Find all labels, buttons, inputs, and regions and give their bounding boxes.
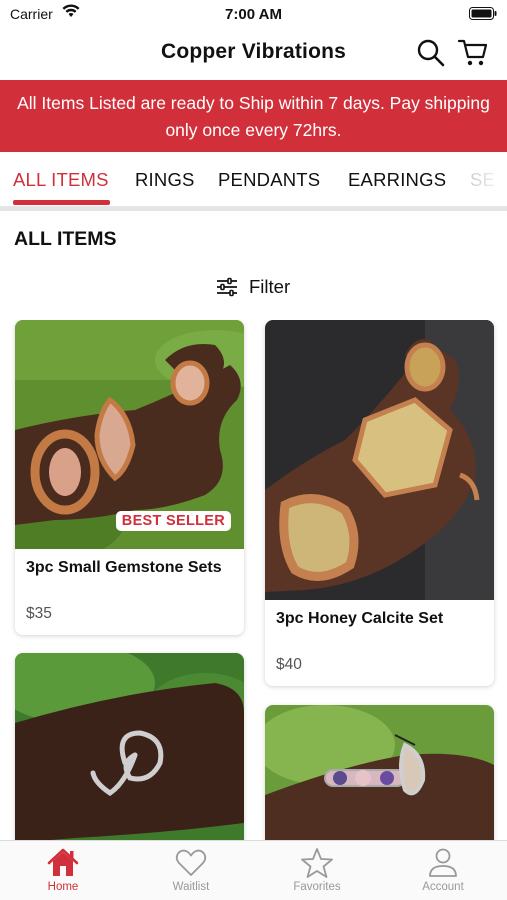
product-image: BEST SELLER: [15, 320, 244, 549]
product-image: [265, 320, 494, 600]
home-icon: [47, 848, 79, 876]
product-card[interactable]: [15, 653, 244, 840]
tab-home-label: Home: [47, 881, 79, 893]
product-card[interactable]: 3pc Honey Calcite Set $40: [265, 320, 494, 686]
search-icon: [417, 39, 445, 67]
filter-label: Filter: [249, 276, 291, 297]
tab-waitlist[interactable]: Waitlist: [146, 847, 236, 893]
product-image: [15, 653, 244, 840]
cart-button[interactable]: [457, 36, 489, 68]
product-name: 3pc Small Gemstone Sets: [26, 559, 222, 576]
tab-favorites[interactable]: Favorites: [272, 847, 362, 893]
product-price: $35: [26, 605, 52, 622]
star-icon: [301, 848, 333, 878]
shipping-banner: All Items Listed are ready to Ship withi…: [0, 80, 507, 152]
tab-pendants[interactable]: PENDANTS: [218, 169, 320, 191]
tab-all-items[interactable]: ALL ITEMS: [13, 169, 109, 191]
tabs-fade: [457, 152, 507, 208]
section-title: ALL ITEMS: [14, 228, 117, 250]
search-button[interactable]: [416, 38, 446, 68]
heart-icon: [175, 849, 207, 876]
tab-earrings[interactable]: EARRINGS: [348, 169, 446, 191]
bottom-tab-bar: Home Waitlist Favorites Account: [0, 840, 507, 900]
tab-account[interactable]: Account: [398, 847, 488, 893]
product-grid: BEST SELLER 3pc Small Gemstone Sets $35 …: [0, 320, 507, 840]
battery-icon: [469, 7, 497, 25]
best-seller-badge: BEST SELLER: [115, 511, 231, 531]
active-tab-indicator: [13, 200, 110, 205]
category-tabs: ALL ITEMS RINGS PENDANTS EARRINGS SE: [0, 152, 507, 208]
tab-home[interactable]: Home: [18, 847, 108, 893]
filter-button[interactable]: Filter: [215, 274, 290, 300]
tabs-divider: [0, 206, 507, 211]
sliders-icon: [217, 277, 237, 297]
app-header: Copper Vibrations: [0, 28, 507, 80]
cart-icon: [457, 39, 488, 66]
tab-waitlist-label: Waitlist: [172, 881, 210, 893]
tab-rings[interactable]: RINGS: [135, 169, 195, 191]
banner-text: All Items Listed are ready to Ship withi…: [17, 93, 490, 140]
person-icon: [429, 848, 457, 877]
product-image: [265, 705, 494, 840]
tab-account-label: Account: [422, 881, 464, 893]
tab-favorites-label: Favorites: [293, 881, 341, 893]
product-name: 3pc Honey Calcite Set: [276, 610, 444, 627]
status-bar: Carrier 7:00 AM: [0, 0, 507, 28]
clock: 7:00 AM: [225, 6, 282, 23]
product-card[interactable]: BEST SELLER 3pc Small Gemstone Sets $35: [15, 320, 244, 635]
product-price: $40: [276, 656, 302, 673]
product-card[interactable]: [265, 705, 494, 840]
